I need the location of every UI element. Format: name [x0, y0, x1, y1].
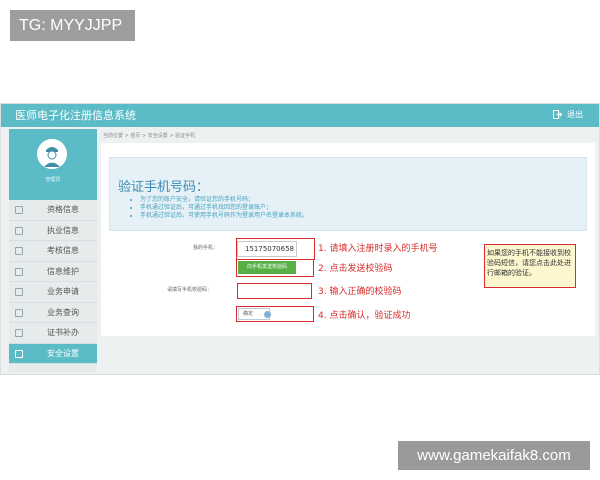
sidebar-item-label: 信息维护 [47, 266, 79, 276]
step-2-note: 2. 点击发送校验码 [318, 264, 393, 274]
edit-icon [15, 288, 23, 296]
sidebar-item-security[interactable]: 安全设置 [9, 343, 97, 364]
sidebar-item-label: 业务查询 [47, 307, 79, 317]
email-verify-note[interactable]: 如果您的手机不能接收到校验码短信，请您点击此处进行邮箱的验证。 [484, 244, 576, 288]
monitor-icon [15, 267, 23, 276]
step-1-note: 1. 请填入注册时录入的手机号 [318, 244, 438, 254]
logout-label: 退出 [567, 110, 583, 119]
info-item: 为了您的账户安全，请验证您的手机号码； [140, 196, 308, 204]
app-title: 医师电子化注册信息系统 [15, 109, 136, 122]
user-shield-icon [15, 349, 23, 358]
info-list: 为了您的账户安全，请验证您的手机号码； 手机通过验证后，可通过手机找回您的登录账… [140, 196, 308, 220]
app-window: 医师电子化注册信息系统 退出 管理员 资格信息 执业信息 考核信息 信息维护 业… [0, 103, 600, 375]
breadcrumb: 当前位置 > 首页 > 安全设置 > 验证手机 [103, 133, 196, 139]
step-3-note: 3. 输入正确的校验码 [318, 287, 402, 297]
headset-icon [15, 226, 23, 235]
phone-highlight [236, 238, 315, 260]
tg-label: TG: MYYJJPP [10, 10, 135, 41]
sidebar-item-qualification[interactable]: 资格信息 [9, 200, 97, 221]
sidebar-item-assessment[interactable]: 考核信息 [9, 241, 97, 262]
document-icon [15, 206, 23, 214]
sidebar-item-practice[interactable]: 执业信息 [9, 221, 97, 241]
confirm-highlight [236, 306, 314, 322]
page-title: 验证手机号码： [118, 180, 210, 195]
code-field[interactable] [237, 283, 312, 299]
step-4-note: 4. 点击确认，验证成功 [318, 311, 411, 321]
username: 管理员 [45, 177, 61, 183]
sidebar-item-label: 业务申请 [47, 287, 79, 297]
logout-button[interactable]: 退出 [553, 109, 583, 120]
sidebar-item-label: 证书补办 [47, 328, 79, 338]
profile-area: 管理员 [9, 129, 97, 200]
sidebar-item-maintenance[interactable]: 信息维护 [9, 262, 97, 282]
phone-label: 我的手机： [193, 245, 219, 251]
info-item: 手机通过验证后，可通过手机找回您的登录账户； [140, 204, 308, 212]
send-highlight [236, 259, 314, 277]
info-box: 验证手机号码： 为了您的账户安全，请验证您的手机号码； 手机通过验证后，可通过手… [109, 157, 587, 231]
sidebar-item-query[interactable]: 业务查询 [9, 303, 97, 323]
doctor-avatar-icon [37, 139, 67, 169]
certificate-icon [15, 329, 23, 337]
top-bar: 医师电子化注册信息系统 退出 [1, 104, 599, 127]
sidebar-item-label: 考核信息 [47, 246, 79, 256]
sidebar-item-label: 安全设置 [47, 348, 79, 358]
sidebar-item-certificate[interactable]: 证书补办 [9, 323, 97, 344]
clipboard-icon [15, 247, 23, 255]
main-content: 当前位置 > 首页 > 安全设置 > 验证手机 验证手机号码： 为了您的账户安全… [101, 129, 597, 373]
search-icon [15, 308, 23, 317]
logout-icon [553, 110, 562, 119]
watermark: www.gamekaifak8.com [398, 441, 590, 470]
info-item: 手机通过验证后，可使用手机号码作为登录用户名登录本系统。 [140, 212, 308, 220]
verify-panel: 验证手机号码： 为了您的账户安全，请验证您的手机号码； 手机通过验证后，可通过手… [101, 143, 595, 336]
sidebar-item-label: 资格信息 [47, 205, 79, 215]
page: TG: MYYJJPP 医师电子化注册信息系统 退出 管理员 资格信息 执业信息… [0, 0, 600, 480]
sidebar-item-application[interactable]: 业务申请 [9, 282, 97, 303]
sidebar: 管理员 资格信息 执业信息 考核信息 信息维护 业务申请 业务查询 证书补办 安… [9, 129, 97, 373]
sidebar-item-label: 执业信息 [47, 225, 79, 235]
code-label: 请填写手机校验码： [167, 287, 213, 293]
sidebar-nav: 资格信息 执业信息 考核信息 信息维护 业务申请 业务查询 证书补办 安全设置 [9, 200, 97, 364]
